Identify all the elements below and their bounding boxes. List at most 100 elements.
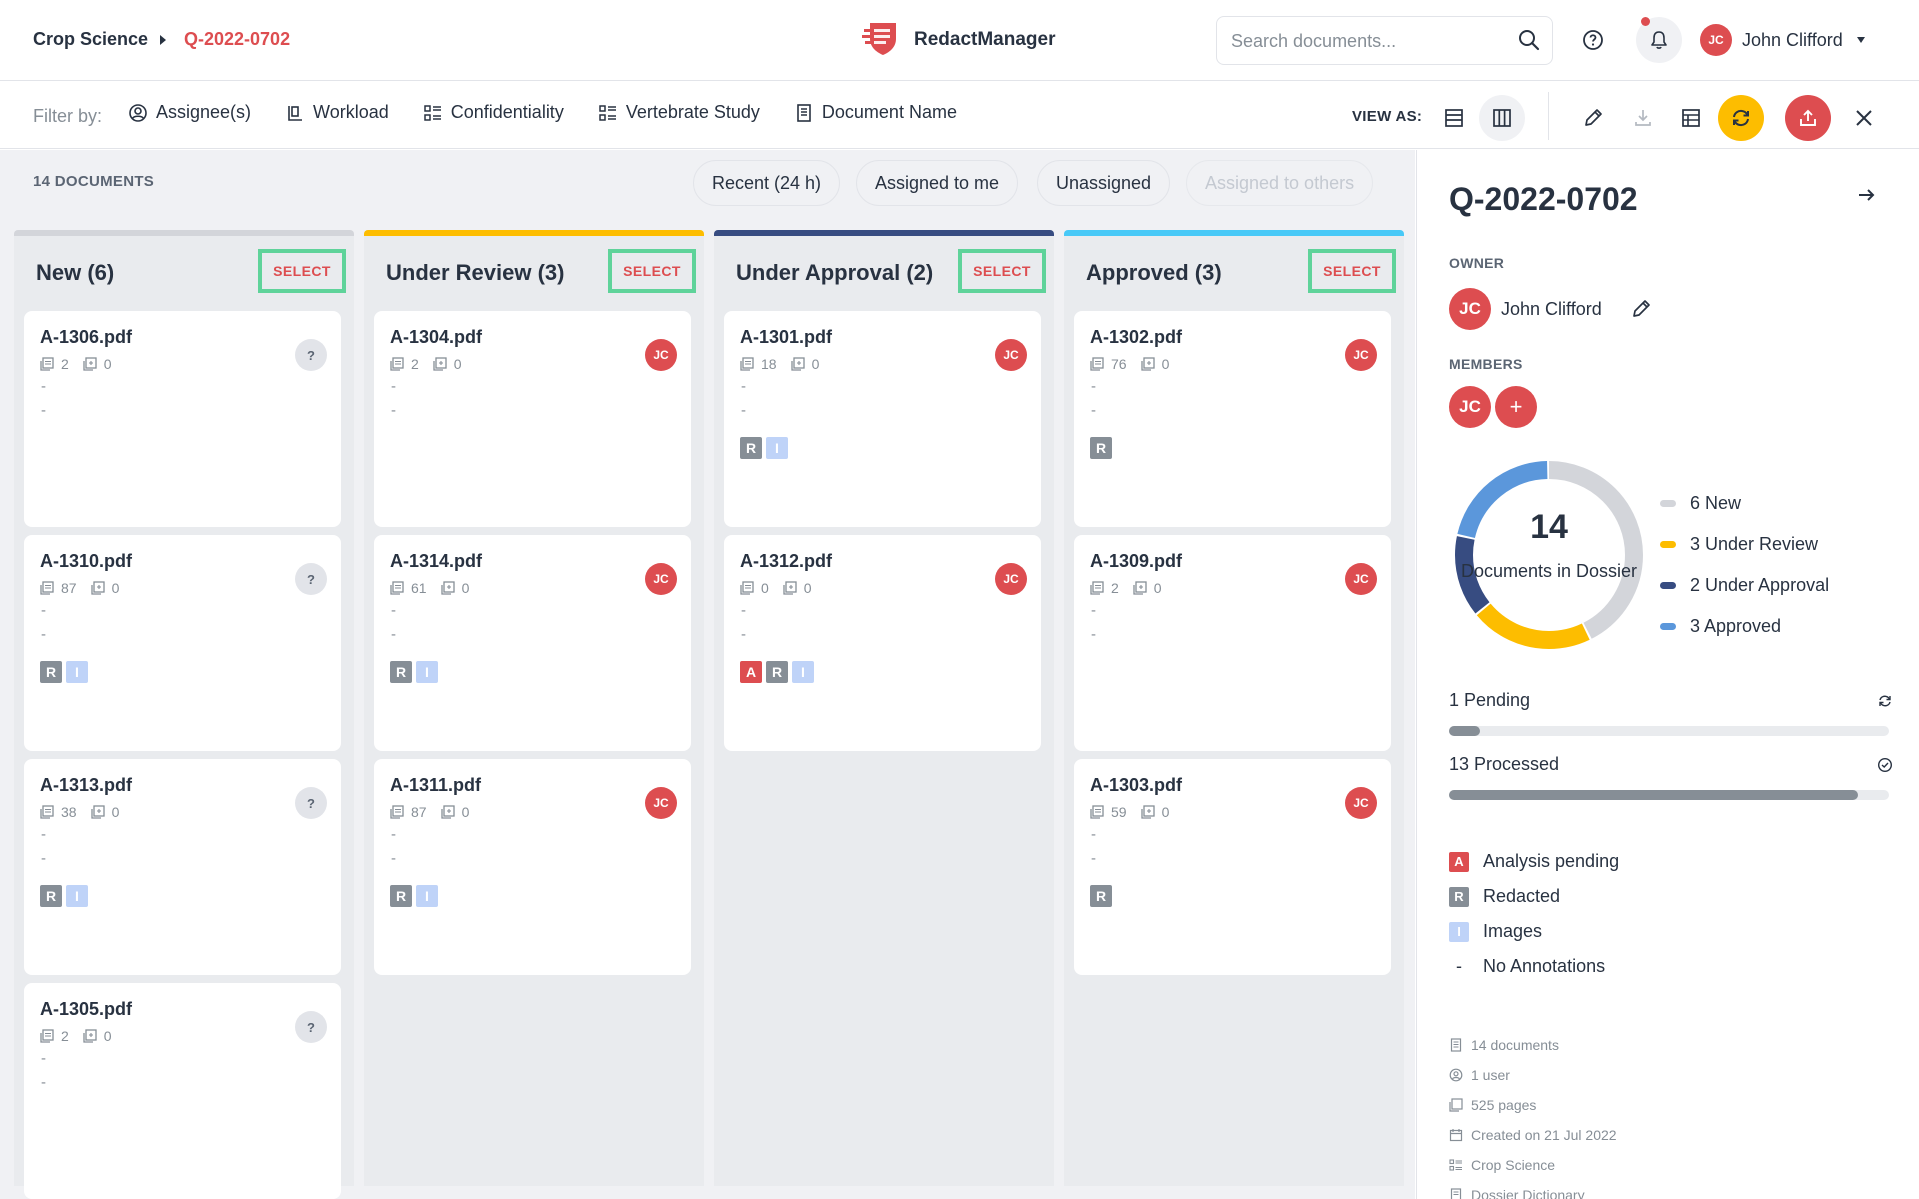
select-button[interactable]: SELECT xyxy=(1308,249,1396,293)
assignee-avatar[interactable]: JC xyxy=(1345,563,1377,595)
select-button[interactable]: SELECT xyxy=(958,249,1046,293)
annotations-icon xyxy=(440,805,455,819)
annotation-count: 0 xyxy=(111,804,120,820)
board-view-button[interactable] xyxy=(1479,95,1525,141)
annotation-count: 0 xyxy=(1161,356,1170,372)
quick-filter-assigned-to-others[interactable]: Assigned to others xyxy=(1186,160,1374,206)
legend-item[interactable]: 3 Approved xyxy=(1660,606,1829,647)
document-name[interactable]: A-1312.pdf xyxy=(740,551,832,572)
board-area: 14 DOCUMENTS Recent (24 h) Assigned to m… xyxy=(0,150,1415,1199)
document-name[interactable]: A-1311.pdf xyxy=(390,775,481,796)
unassigned-avatar[interactable]: ? xyxy=(295,787,327,819)
collapse-arrow-icon[interactable] xyxy=(1858,188,1876,202)
empty-field: - xyxy=(391,378,396,395)
document-card[interactable]: A-1314.pdf 61 0 - - JC R I xyxy=(374,535,691,751)
legend-item[interactable]: 3 Under Review xyxy=(1660,524,1829,565)
notifications-button[interactable] xyxy=(1636,17,1682,63)
assignee-avatar[interactable]: JC xyxy=(1345,339,1377,371)
download-button[interactable] xyxy=(1620,95,1666,141)
processed-label: 13 Processed xyxy=(1449,754,1560,774)
document-card[interactable]: A-1306.pdf 2 0- -? xyxy=(24,311,341,527)
help-icon[interactable] xyxy=(1582,29,1604,51)
search-icon[interactable] xyxy=(1518,29,1540,51)
legend-item[interactable]: 6 New xyxy=(1660,483,1829,524)
add-member-button[interactable]: + xyxy=(1495,386,1537,428)
document-card[interactable]: A-1309.pdf 2 0- - JC xyxy=(1074,535,1391,751)
document-name[interactable]: A-1302.pdf xyxy=(1090,327,1182,348)
page-count: 2 xyxy=(61,1028,69,1044)
unassigned-avatar[interactable]: ? xyxy=(295,563,327,595)
quick-filter-assigned-to-me[interactable]: Assigned to me xyxy=(856,160,1019,206)
document-stats: 00 xyxy=(740,580,812,596)
list-icon xyxy=(599,104,616,121)
filter-vertebrate-study[interactable]: Vertebrate Study xyxy=(598,102,760,123)
document-name[interactable]: A-1305.pdf xyxy=(40,999,132,1020)
document-name[interactable]: A-1304.pdf xyxy=(390,327,482,348)
unassigned-avatar[interactable]: ? xyxy=(295,339,327,371)
document-card[interactable]: A-1313.pdf 38 0 - -? R I xyxy=(24,759,341,975)
assignee-avatar[interactable]: JC xyxy=(645,339,677,371)
assignee-avatar[interactable]: JC xyxy=(1345,787,1377,819)
document-name[interactable]: A-1306.pdf xyxy=(40,327,132,348)
quick-filter-unassigned[interactable]: Unassigned xyxy=(1037,160,1171,206)
search-input[interactable] xyxy=(1231,29,1511,53)
document-card[interactable]: A-1311.pdf 87 0 - - JC R I xyxy=(374,759,691,975)
select-button[interactable]: SELECT xyxy=(258,249,346,293)
list-view-button[interactable] xyxy=(1431,95,1477,141)
meta-item[interactable]: Dossier Dictionary xyxy=(1449,1180,1617,1199)
select-button[interactable]: SELECT xyxy=(608,249,696,293)
dossier-title: Q-2022-0702 xyxy=(1449,181,1638,217)
filter-assignee[interactable]: Assignee(s) xyxy=(128,102,251,123)
empty-field: - xyxy=(391,602,396,619)
document-card[interactable]: A-1312.pdf 0 0- - JC A R I xyxy=(724,535,1041,751)
meta-item: 525 pages xyxy=(1449,1090,1617,1120)
document-card[interactable]: A-1301.pdf 18 0 - - JC R I xyxy=(724,311,1041,527)
document-name[interactable]: A-1303.pdf xyxy=(1090,775,1182,796)
filter-confidentiality[interactable]: Confidentiality xyxy=(423,102,564,123)
reanalyse-button[interactable] xyxy=(1718,95,1764,141)
page-count: 2 xyxy=(1111,580,1119,596)
legend-item[interactable]: 2 Under Approval xyxy=(1660,565,1829,606)
legend-label: 6 New xyxy=(1690,493,1742,513)
document-card[interactable]: A-1302.pdf 76 0 - - JC R xyxy=(1074,311,1391,527)
document-icon xyxy=(797,103,811,122)
legend-label: 3 Approved xyxy=(1690,616,1782,636)
breadcrumb-root[interactable]: Crop Science xyxy=(33,29,148,50)
user-circle-icon xyxy=(129,103,147,122)
document-name[interactable]: A-1309.pdf xyxy=(1090,551,1182,572)
document-name[interactable]: A-1301.pdf xyxy=(740,327,832,348)
close-button[interactable] xyxy=(1841,95,1887,141)
assignee-avatar[interactable]: JC xyxy=(995,563,1027,595)
filter-list: Assignee(s) Workload Confidentiality Ver… xyxy=(128,102,957,123)
document-name[interactable]: A-1314.pdf xyxy=(390,551,482,572)
workload-icon xyxy=(288,105,303,121)
edit-button[interactable] xyxy=(1570,95,1616,141)
meta-item[interactable]: Crop Science xyxy=(1449,1150,1617,1180)
filter-workload[interactable]: Workload xyxy=(285,102,389,123)
document-name[interactable]: A-1313.pdf xyxy=(40,775,132,796)
user-menu[interactable]: JC John Clifford xyxy=(1700,24,1865,56)
assignee-avatar[interactable]: JC xyxy=(645,787,677,819)
filter-document-name[interactable]: Document Name xyxy=(794,102,957,123)
export-button[interactable] xyxy=(1785,95,1831,141)
member-avatar[interactable]: JC xyxy=(1449,386,1491,428)
assignee-avatar[interactable]: JC xyxy=(995,339,1027,371)
assignee-avatar[interactable]: JC xyxy=(645,563,677,595)
list-icon xyxy=(1449,1159,1462,1171)
document-card[interactable]: A-1305.pdf 2 0- -? xyxy=(24,983,341,1199)
annotation-count: 0 xyxy=(103,356,112,372)
download-icon xyxy=(1635,110,1651,126)
report-button[interactable] xyxy=(1668,95,1714,141)
document-card[interactable]: A-1310.pdf 87 0 - -? R I xyxy=(24,535,341,751)
quick-filter-recent[interactable]: Recent (24 h) xyxy=(693,160,841,206)
pages-icon xyxy=(390,581,404,595)
user-name: John Clifford xyxy=(1742,29,1843,50)
breadcrumb-current[interactable]: Q-2022-0702 xyxy=(184,29,290,50)
document-card[interactable]: A-1303.pdf 59 0 - - JC R xyxy=(1074,759,1391,975)
tag-R: R xyxy=(740,437,762,459)
document-name[interactable]: A-1310.pdf xyxy=(40,551,132,572)
unassigned-avatar[interactable]: ? xyxy=(295,1011,327,1043)
pages-icon xyxy=(1090,805,1104,819)
document-card[interactable]: A-1304.pdf 2 0- - JC xyxy=(374,311,691,527)
edit-owner-pencil-icon[interactable] xyxy=(1630,298,1652,320)
